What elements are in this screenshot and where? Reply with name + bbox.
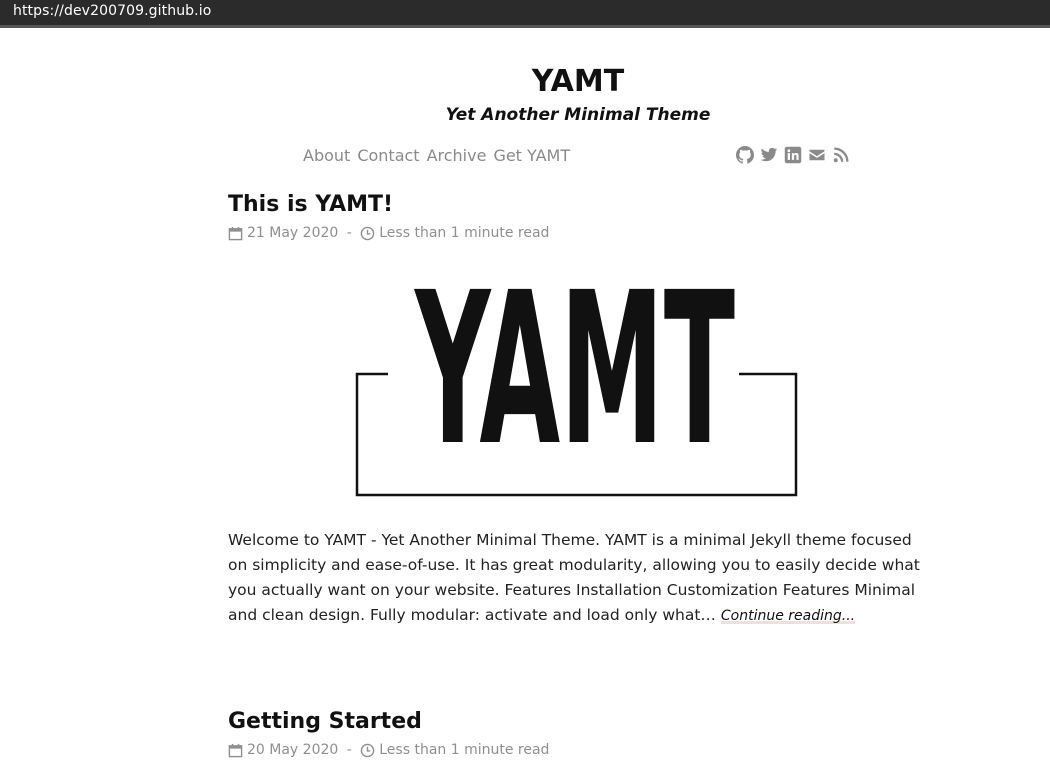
calendar-icon xyxy=(228,226,243,241)
post-date: 21 May 2020 xyxy=(247,225,339,241)
post-meta: 20 May 2020 - Less than 1 minute read xyxy=(228,742,928,758)
logo-text: YAMT xyxy=(414,282,735,492)
read-time: Less than 1 minute read xyxy=(379,742,550,758)
post-excerpt: Welcome to YAMT - Yet Another Minimal Th… xyxy=(228,528,923,629)
rss-icon[interactable] xyxy=(832,146,850,164)
post-featured-image: YAMT xyxy=(355,247,800,498)
site-subtitle: Yet Another Minimal Theme xyxy=(445,105,711,125)
site-header: YAMT Yet Another Minimal Theme xyxy=(0,64,1050,126)
read-time: Less than 1 minute read xyxy=(379,225,550,241)
post-date: 20 May 2020 xyxy=(247,742,339,758)
post-title[interactable]: Getting Started xyxy=(228,708,928,736)
site-title[interactable]: YAMT xyxy=(0,64,1050,100)
browser-url-bar[interactable]: https://dev200709.github.io xyxy=(0,0,1050,28)
post-title[interactable]: This is YAMT! xyxy=(228,191,928,219)
linkedin-icon[interactable] xyxy=(784,146,802,164)
nav-item-about[interactable]: About xyxy=(303,146,350,165)
calendar-icon xyxy=(228,743,243,758)
nav-item-archive[interactable]: Archive xyxy=(427,146,487,165)
main-nav: About Contact Archive Get YAMT xyxy=(303,146,570,165)
social-links xyxy=(736,146,850,164)
url-text[interactable]: https://dev200709.github.io xyxy=(13,3,211,19)
nav-item-get-yamt[interactable]: Get YAMT xyxy=(493,146,570,165)
clock-icon xyxy=(360,743,375,758)
post-meta: 21 May 2020 - Less than 1 minute read xyxy=(228,225,928,241)
twitter-icon[interactable] xyxy=(760,146,778,164)
clock-icon xyxy=(360,226,375,241)
meta-separator: - xyxy=(342,742,357,758)
post-item: Getting Started 20 May 2020 - Less than … xyxy=(228,708,928,758)
envelope-icon[interactable] xyxy=(808,146,826,164)
post-item: This is YAMT! 21 May 2020 - Less than 1 … xyxy=(228,191,928,241)
continue-reading-link[interactable]: Continue reading... xyxy=(720,608,856,624)
nav-item-contact[interactable]: Contact xyxy=(357,146,419,165)
yamt-logo-image: YAMT xyxy=(355,247,798,497)
github-icon[interactable] xyxy=(736,146,754,164)
meta-separator: - xyxy=(342,225,357,241)
